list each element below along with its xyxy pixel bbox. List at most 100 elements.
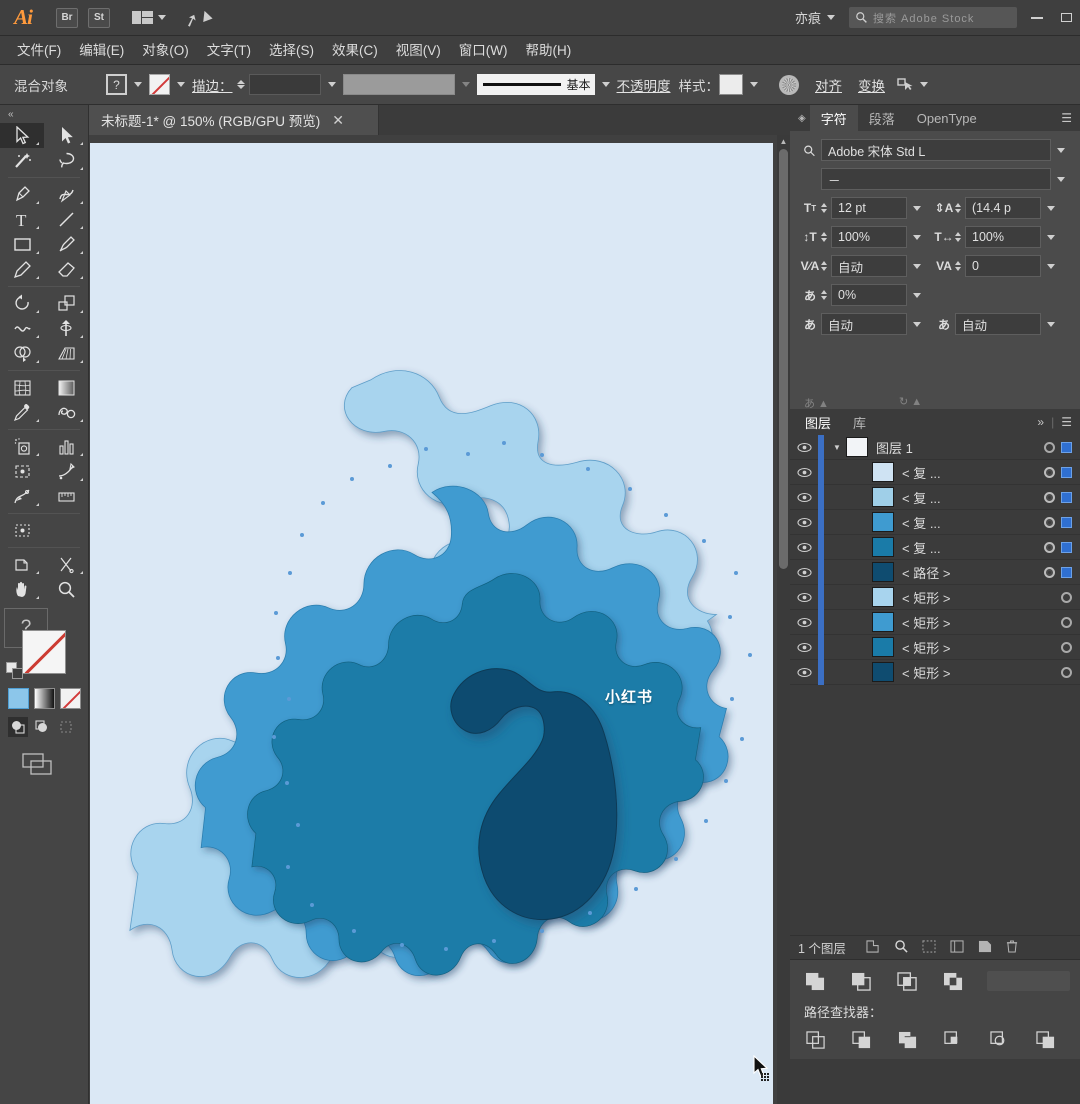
leading-input[interactable]: (14.4 p	[965, 197, 1041, 219]
arrange-documents-button[interactable]	[132, 10, 166, 25]
stroke-chevron-down-icon[interactable]	[177, 82, 185, 87]
hand-tool[interactable]	[0, 577, 44, 602]
selection-tool[interactable]	[0, 123, 44, 148]
stroke-profile-select[interactable]: 基本	[476, 74, 595, 95]
table-row[interactable]: < 复 ...	[790, 484, 1080, 510]
tab-opentype[interactable]: OpenType	[906, 105, 988, 131]
recolor-artwork-icon[interactable]	[779, 74, 799, 95]
tsume-right-chevron-down-icon[interactable]	[1041, 313, 1061, 335]
slice-select-tool[interactable]	[0, 552, 44, 577]
font-style-chevron-down-icon[interactable]	[1051, 168, 1071, 190]
symbol-sprayer-tool[interactable]	[0, 434, 44, 459]
menu-edit[interactable]: 编辑(E)	[70, 36, 133, 65]
stroke-weight-chevron-down-icon[interactable]	[327, 82, 336, 87]
graphic-style-swatch[interactable]	[719, 74, 743, 95]
vertical-scale-stepper[interactable]	[821, 232, 827, 242]
font-size-input[interactable]: 12 pt	[831, 197, 907, 219]
leading-chevron-down-icon[interactable]	[1041, 197, 1061, 219]
magic-wand-tool[interactable]	[0, 148, 44, 173]
draw-normal-button[interactable]	[8, 717, 28, 737]
table-row[interactable]: < 路径 >	[790, 559, 1080, 585]
visibility-toggle-icon[interactable]	[790, 542, 818, 553]
puppet-warp-tool[interactable]	[0, 484, 44, 509]
canvas-area[interactable]: 小红书 ▲	[89, 135, 790, 1104]
tracking-input[interactable]: 0	[965, 255, 1041, 277]
expand-button[interactable]	[986, 971, 1070, 991]
menu-help[interactable]: 帮助(H)	[516, 36, 580, 65]
rocket-icon[interactable]: ➚▲	[182, 3, 218, 32]
make-sublayer-button[interactable]	[922, 939, 936, 956]
tools-collapse-button[interactable]: «	[0, 105, 88, 123]
selection-indicator[interactable]	[1061, 516, 1072, 528]
fill-chevron-down-icon[interactable]	[134, 82, 142, 87]
menu-view[interactable]: 视图(V)	[387, 36, 450, 65]
horizontal-scale-stepper[interactable]	[955, 232, 961, 242]
zoom-tool[interactable]	[44, 577, 88, 602]
user-menu-chevron-icon[interactable]	[827, 15, 835, 20]
visibility-toggle-icon[interactable]	[790, 517, 818, 528]
type-tool[interactable]: T	[0, 207, 44, 232]
visibility-toggle-icon[interactable]	[790, 467, 818, 478]
panel-collapse-icon[interactable]: ◈	[794, 113, 810, 124]
minus-front-button[interactable]	[850, 970, 874, 992]
panel-menu-icon[interactable]: ☰	[1061, 111, 1072, 125]
baseline-shift-input[interactable]: 0%	[831, 284, 907, 306]
stock-search-input[interactable]: 搜索 Adobe Stock	[849, 7, 1017, 28]
expand-panels-icon[interactable]: »	[1037, 415, 1044, 429]
target-indicator-icon[interactable]	[1061, 641, 1072, 653]
new-sublayer-button[interactable]	[950, 939, 964, 956]
table-row[interactable]: < 矩形 >	[790, 659, 1080, 685]
selection-indicator[interactable]	[1061, 541, 1072, 553]
fill-color-mode[interactable]	[8, 688, 29, 709]
scroll-up-icon[interactable]: ▲	[777, 135, 790, 148]
layers-panel-menu-icon[interactable]: ☰	[1061, 415, 1072, 429]
minimize-icon[interactable]	[1031, 16, 1043, 19]
visibility-toggle-icon[interactable]	[790, 617, 818, 628]
tracking-stepper[interactable]	[955, 261, 961, 271]
width-tool[interactable]	[0, 316, 44, 341]
gradient-tool[interactable]	[44, 375, 88, 400]
opacity-label[interactable]: 不透明度	[617, 75, 671, 95]
target-indicator-icon[interactable]	[1044, 516, 1055, 528]
target-indicator-icon[interactable]	[1044, 566, 1055, 578]
tab-libraries[interactable]: 库	[842, 409, 877, 435]
horizontal-scale-input[interactable]: 100%	[965, 226, 1041, 248]
select-similar-chevron-down-icon[interactable]	[920, 82, 928, 87]
kerning-input[interactable]: 自动	[831, 255, 907, 277]
rectangle-tool[interactable]	[0, 232, 44, 257]
slice-tool[interactable]	[44, 459, 88, 484]
mesh-tool[interactable]	[0, 375, 44, 400]
line-segment-tool[interactable]	[44, 207, 88, 232]
scissors-tool[interactable]	[44, 552, 88, 577]
font-family-input[interactable]: Adobe 宋体 Std L	[821, 139, 1051, 161]
expand-layer-icon[interactable]: ▼	[828, 443, 846, 452]
baseline-chevron-down-icon[interactable]	[907, 284, 927, 306]
perspective-grid-tool[interactable]	[44, 341, 88, 366]
stroke-swatch-button[interactable]	[149, 74, 170, 95]
crop-button[interactable]	[942, 1029, 966, 1051]
table-row[interactable]: < 矩形 >	[790, 609, 1080, 635]
tsume-left-chevron-down-icon[interactable]	[907, 313, 927, 335]
horizontal-scale-chevron-down-icon[interactable]	[1041, 226, 1061, 248]
table-row[interactable]: < 复 ...	[790, 534, 1080, 560]
vertical-scale-chevron-down-icon[interactable]	[907, 226, 927, 248]
draw-behind-button[interactable]	[32, 717, 52, 737]
font-family-chevron-down-icon[interactable]	[1051, 139, 1071, 161]
baseline-stepper[interactable]	[821, 290, 827, 300]
stock-button[interactable]: St	[88, 7, 110, 28]
merge-button[interactable]	[896, 1029, 920, 1051]
make-clipping-mask-button[interactable]	[894, 939, 908, 956]
visibility-toggle-icon[interactable]	[790, 667, 818, 678]
kerning-chevron-down-icon[interactable]	[907, 255, 927, 277]
draw-inside-button[interactable]	[56, 717, 76, 737]
menu-type[interactable]: 文字(T)	[198, 36, 260, 65]
eyedropper-tool[interactable]	[0, 400, 44, 425]
default-fill-stroke-icon[interactable]	[6, 662, 24, 680]
menu-window[interactable]: 窗口(W)	[450, 36, 517, 65]
intersect-button[interactable]	[895, 970, 919, 992]
style-chevron-down-icon[interactable]	[750, 82, 758, 87]
stroke-options-field[interactable]	[342, 74, 455, 95]
target-indicator-icon[interactable]	[1044, 441, 1055, 453]
trim-button[interactable]	[850, 1029, 874, 1051]
fill-swatch-button[interactable]: ?	[106, 74, 127, 95]
